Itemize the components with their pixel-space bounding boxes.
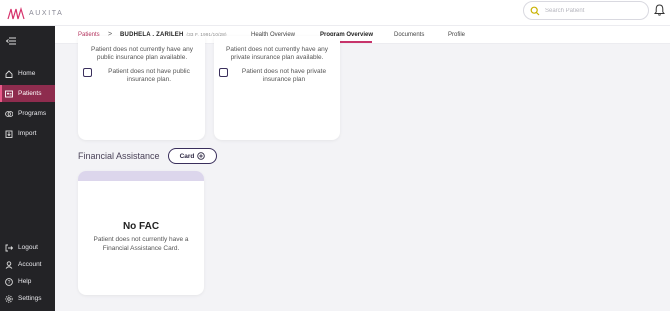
account-icon — [5, 260, 13, 269]
private-insurance-card: Patient does not currently have any priv… — [214, 36, 340, 140]
sidebar-item-import[interactable]: Import — [0, 125, 55, 142]
top-bar: AUXITA — [0, 0, 670, 26]
sidebar-item-programs[interactable]: Programs — [0, 105, 55, 122]
programs-icon — [5, 110, 13, 117]
patients-icon — [5, 90, 13, 97]
import-icon — [5, 130, 13, 138]
tab-documents[interactable]: Documents — [394, 32, 424, 38]
bell-icon[interactable] — [654, 4, 665, 16]
app-logo[interactable]: AUXITA — [7, 6, 63, 20]
sidebar-item-label: Patients — [18, 90, 42, 97]
sidebar-item-label: Account — [18, 261, 42, 268]
add-card-button[interactable]: Card — [168, 148, 217, 164]
no-private-insurance-label: Patient does not have private insurance … — [241, 68, 327, 83]
sidebar-item-label: Import — [18, 130, 37, 137]
sidebar-item-account[interactable]: Account — [0, 256, 55, 273]
fac-card-header — [78, 171, 204, 181]
sidebar-item-home[interactable]: Home — [0, 65, 55, 82]
svg-text:?: ? — [8, 280, 11, 286]
tab-profile[interactable]: Profile — [448, 32, 465, 38]
search-box[interactable] — [523, 1, 649, 20]
logout-icon — [5, 244, 13, 251]
sidebar: Home Patients Programs Import Logout Acc… — [0, 26, 55, 311]
sidebar-item-patients[interactable]: Patients — [0, 85, 55, 102]
fac-empty-card: No FAC Patient does not currently have a… — [78, 171, 204, 295]
public-insurance-card: Patient does not currently have any publ… — [78, 36, 205, 140]
no-public-insurance-label: Patient does not have public insurance p… — [108, 68, 190, 83]
sidebar-item-help[interactable]: ? Help — [0, 273, 55, 290]
logo-text: AUXITA — [29, 9, 64, 17]
fac-empty-desc: Patient does not currently have a Financ… — [93, 236, 189, 252]
no-public-insurance-checkbox[interactable] — [83, 68, 92, 77]
plus-circle-icon — [197, 152, 206, 160]
logo-mark-icon — [7, 6, 25, 19]
fac-empty-title: No FAC — [122, 221, 160, 232]
add-card-label: Card — [179, 152, 195, 160]
sidebar-item-logout[interactable]: Logout — [0, 239, 55, 256]
sidebar-item-settings[interactable]: Settings — [0, 290, 55, 307]
no-private-insurance-checkbox[interactable] — [219, 68, 228, 77]
public-insurance-desc: Patient does not currently have any publ… — [91, 46, 193, 61]
sidebar-item-label: Logout — [18, 244, 38, 251]
private-insurance-desc: Patient does not currently have any priv… — [226, 46, 328, 61]
menu-collapse-icon[interactable] — [6, 37, 16, 45]
sidebar-item-label: Programs — [18, 110, 47, 117]
home-icon — [5, 69, 13, 78]
help-icon: ? — [5, 277, 13, 286]
sidebar-item-label: Home — [18, 70, 36, 77]
sidebar-item-label: Settings — [18, 295, 42, 302]
search-icon — [530, 6, 540, 15]
sidebar-item-label: Help — [18, 278, 32, 285]
financial-assistance-heading: Financial Assistance — [78, 151, 160, 161]
gear-icon — [5, 294, 13, 303]
search-input[interactable] — [545, 7, 635, 14]
